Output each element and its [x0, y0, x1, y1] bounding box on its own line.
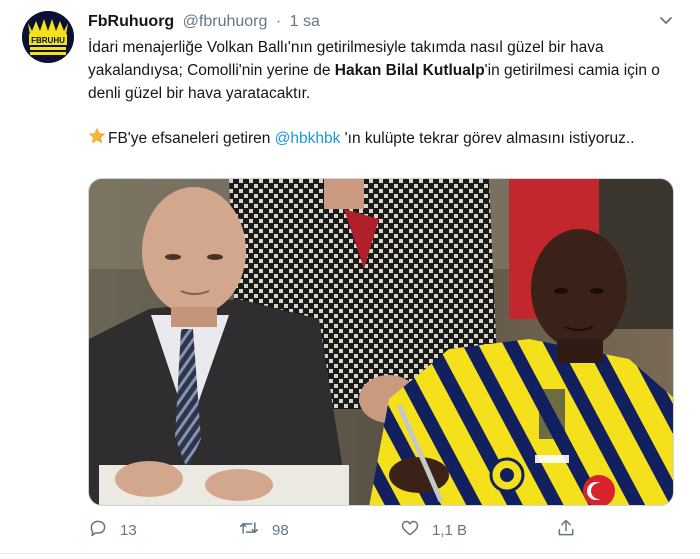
paragraph-2-end: 'ın kulüpte tekrar görev almasını istiyo… [340, 130, 635, 147]
like-count: 1,1 B [432, 521, 468, 539]
bold-name: Hakan Bilal Kutlualp [334, 62, 485, 79]
avatar-logo-text: FBRUHU [31, 36, 65, 45]
reply-icon [88, 518, 120, 542]
divider [0, 553, 700, 554]
star-emoji-icon [88, 127, 106, 152]
share-button[interactable] [556, 516, 588, 544]
tweet-header: FbRuhuorg @fbruhuorg · 1 sa [88, 12, 320, 32]
mention-link[interactable]: @hbkhbk [275, 130, 341, 147]
avatar[interactable]: FBRUHU [22, 11, 74, 63]
tweet-actions: 13 98 1,1 B [88, 516, 668, 544]
timestamp[interactable]: 1 sa [290, 13, 320, 30]
reply-count: 13 [120, 521, 137, 539]
retweet-button[interactable]: 98 [238, 516, 289, 544]
user-handle[interactable]: @fbruhuorg [183, 13, 268, 30]
separator-dot: · [275, 13, 282, 30]
retweet-icon [238, 518, 272, 542]
tweet-card[interactable]: FBRUHU FbRuhuorg @fbruhuorg · 1 sa İdari… [0, 0, 700, 559]
tweet-text: İdari menajerliğe Volkan Ballı'nın getir… [88, 36, 668, 152]
heart-icon [400, 518, 432, 542]
chevron-down-icon[interactable] [656, 10, 676, 30]
like-button[interactable]: 1,1 B [400, 516, 467, 544]
share-icon [556, 518, 588, 542]
tweet-photo[interactable] [88, 178, 674, 506]
retweet-count: 98 [272, 521, 289, 539]
paragraph-2-start: FB'ye efsaneleri getiren [108, 130, 275, 147]
tweet-paragraph-2: FB'ye efsaneleri getiren @hbkhbk 'ın kul… [88, 127, 668, 152]
tweet-paragraph-1: İdari menajerliğe Volkan Ballı'nın getir… [88, 36, 668, 105]
reply-button[interactable]: 13 [88, 516, 137, 544]
display-name[interactable]: FbRuhuorg [88, 13, 174, 30]
